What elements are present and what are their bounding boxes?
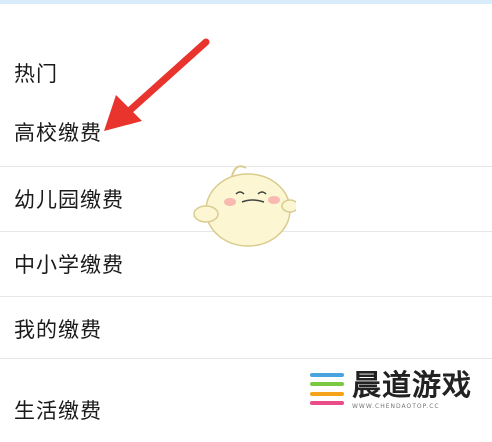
list-item-label: 高校缴费 <box>14 121 102 145</box>
watermark-logo: 晨道游戏 WWW.CHENDAOTOP.CC <box>310 365 492 413</box>
list-item-label: 中小学缴费 <box>14 253 124 277</box>
list-item-label: 幼儿园缴费 <box>14 188 124 212</box>
list-item-college-fee[interactable]: 高校缴费 <box>0 100 492 164</box>
divider <box>0 358 492 359</box>
list-item-label: 我的缴费 <box>14 318 102 342</box>
mascot-image <box>193 165 296 247</box>
watermark-title: 晨道游戏 <box>352 367 473 402</box>
section-title-hot: 热门 <box>14 62 58 86</box>
top-bar <box>0 0 492 4</box>
list-item-label: 生活缴费 <box>14 399 102 423</box>
watermark-stripes-icon <box>310 373 344 405</box>
watermark-subtitle: WWW.CHENDAOTOP.CC <box>352 402 440 410</box>
list-item-my-payments[interactable]: 我的缴费 <box>0 297 492 361</box>
